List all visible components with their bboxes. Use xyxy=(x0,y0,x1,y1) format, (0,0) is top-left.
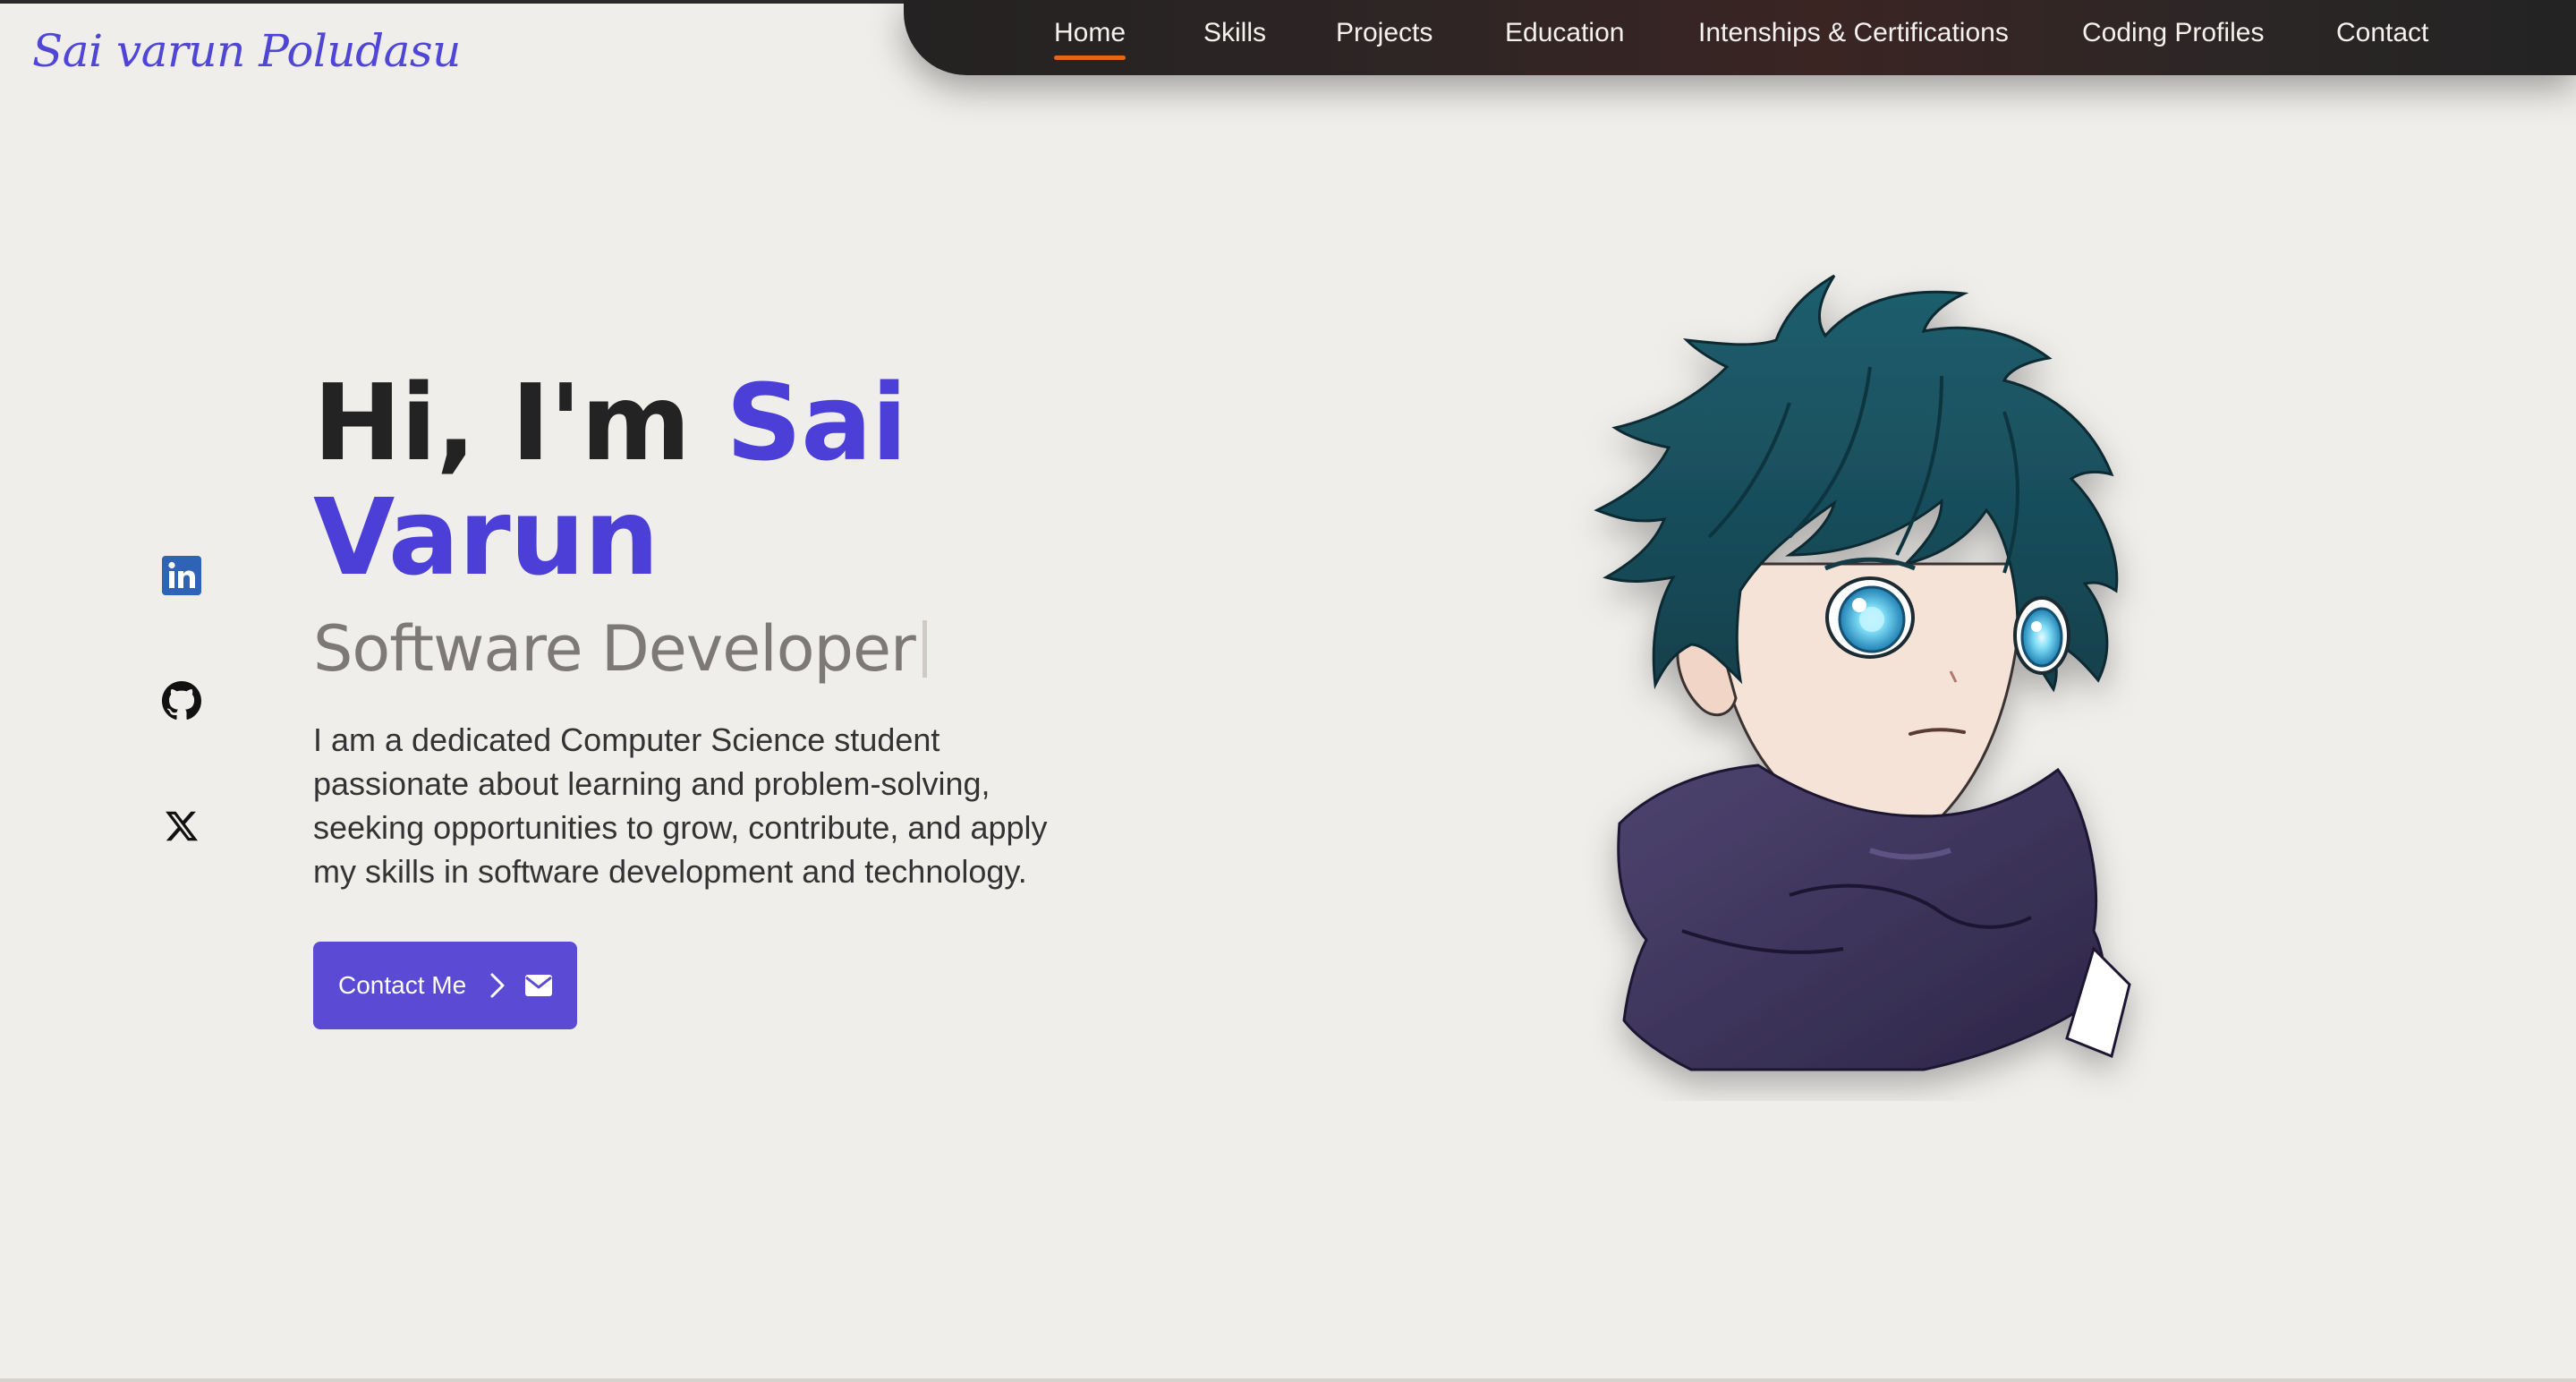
nav-item-label: Skills xyxy=(1203,18,1267,47)
hero-heading: Hi, I'm Sai Varun xyxy=(313,365,1118,594)
nav-item-label: Intenships & Certifications xyxy=(1698,18,2009,47)
nav-item-education[interactable]: Education xyxy=(1505,18,1624,48)
nav-item-label: Contact xyxy=(2336,18,2429,47)
nav-item-contact[interactable]: Contact xyxy=(2336,18,2428,48)
nav-item-label: Coding Profiles xyxy=(2082,18,2265,47)
contact-me-button[interactable]: Contact Me xyxy=(313,942,577,1029)
typing-cursor xyxy=(922,620,927,678)
main-navbar: Home Skills Projects Education Intenship… xyxy=(904,0,2576,75)
bottom-border xyxy=(0,1378,2576,1382)
nav-item-skills[interactable]: Skills xyxy=(1203,18,1266,48)
linkedin-icon xyxy=(162,556,201,595)
hero-role: Software Developer xyxy=(313,612,927,686)
page: Sai varun Poludasu Home Skills Projects … xyxy=(0,0,2576,1382)
nav-item-label: Education xyxy=(1505,18,1625,47)
active-nav-underline xyxy=(1054,55,1126,60)
hero-greeting: Hi, I'm xyxy=(313,361,727,484)
hero-intro: I am a dedicated Computer Science studen… xyxy=(313,721,1048,890)
linkedin-link[interactable] xyxy=(161,555,202,596)
role-text: Software Developer xyxy=(313,612,916,686)
nav-item-home[interactable]: Home xyxy=(1054,18,1126,60)
x-icon xyxy=(166,811,199,841)
nav-item-projects[interactable]: Projects xyxy=(1336,18,1433,48)
nav-item-label: Home xyxy=(1054,18,1126,47)
github-link[interactable] xyxy=(161,680,202,721)
nav-item-coding-profiles[interactable]: Coding Profiles xyxy=(2082,18,2264,48)
chevron-right-icon xyxy=(490,973,505,998)
brand-logo-text[interactable]: Sai varun Poludasu xyxy=(32,25,461,77)
nav-item-label: Projects xyxy=(1336,18,1433,47)
contact-button-label: Contact Me xyxy=(338,971,467,999)
x-twitter-link[interactable] xyxy=(161,806,202,847)
github-icon xyxy=(162,681,201,720)
anime-avatar-illustration xyxy=(1594,274,2131,1071)
envelope-icon xyxy=(525,975,553,996)
nav-item-internships-certifications[interactable]: Intenships & Certifications xyxy=(1698,18,2009,48)
